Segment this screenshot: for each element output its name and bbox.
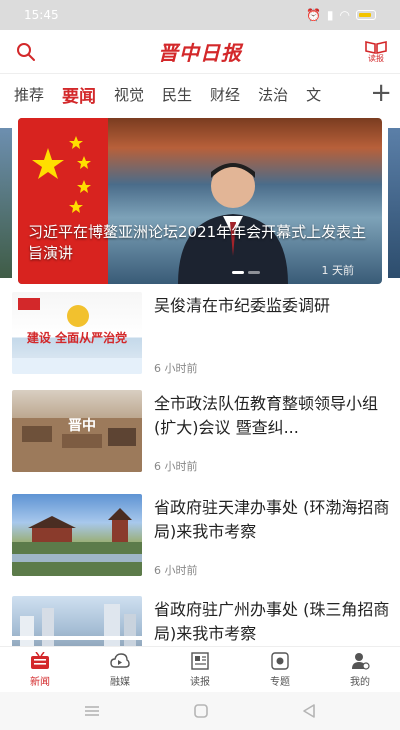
news-item[interactable]: 建设 全面从严治党 吴俊清在市纪委监委调研 6 小时前 xyxy=(12,292,392,378)
app-logo: 晋中日报 xyxy=(158,41,242,65)
nav-label: 融媒 xyxy=(110,676,130,688)
news-item[interactable]: 晋中 全市政法队伍教育整顿领导小组 (扩大)会议 暨查纠... 6 小时前 xyxy=(12,390,392,476)
tab-recommend[interactable]: 推荐 xyxy=(14,84,44,105)
tab-headlines[interactable]: 要闻 xyxy=(62,82,96,107)
nav-profile[interactable]: 我的 xyxy=(320,647,400,692)
tab-culture[interactable]: 文 xyxy=(306,84,321,105)
nav-label: 读报 xyxy=(190,676,210,688)
banner-time: 1 天前 xyxy=(321,264,355,277)
featured-banner[interactable]: 习近平在博鳌亚洲论坛2021年年会开幕式上发表主旨演讲 1 天前 xyxy=(18,118,382,284)
tv-icon xyxy=(31,651,49,669)
news-title: 省政府驻广州办事处 (珠三角招商局)来我市考察 xyxy=(154,600,390,643)
news-time: 6 小时前 xyxy=(154,362,198,375)
user-icon xyxy=(352,652,370,670)
status-bar: 15:45 ⏰ ▮ ◠ xyxy=(0,0,400,30)
carousel-dot xyxy=(248,271,260,274)
news-thumbnail xyxy=(12,494,142,576)
app-header: 晋中日报 读报 xyxy=(0,30,400,74)
search-button[interactable] xyxy=(16,42,36,62)
plus-icon[interactable]: + xyxy=(370,80,392,106)
home-icon[interactable] xyxy=(193,703,209,719)
tab-finance[interactable]: 财经 xyxy=(210,84,240,105)
system-nav-bar xyxy=(0,692,400,730)
alarm-icon: ⏰ xyxy=(305,8,321,22)
status-icons: ⏰ ▮ ◠ xyxy=(306,8,376,22)
back-icon[interactable] xyxy=(301,703,317,719)
nav-media[interactable]: 融媒 xyxy=(80,647,160,692)
news-time: 6 小时前 xyxy=(154,460,198,473)
carousel-prev-peek[interactable] xyxy=(0,128,12,278)
news-time: 6 小时前 xyxy=(154,564,198,577)
search-icon xyxy=(17,42,35,61)
channel-tabs: 推荐 要闻 视觉 民生 财经 法治 文 + xyxy=(0,74,400,114)
read-paper-button[interactable]: 读报 xyxy=(364,40,388,63)
newspaper-icon xyxy=(191,651,209,670)
carousel-dot xyxy=(232,271,244,274)
bottom-nav: 新闻 融媒 读报 专题 我的 xyxy=(0,646,400,692)
news-thumbnail: 建设 全面从严治党 xyxy=(12,292,142,374)
book-icon xyxy=(365,41,387,54)
tab-visual[interactable]: 视觉 xyxy=(114,84,144,105)
carousel-next-peek[interactable] xyxy=(388,128,400,278)
nav-topics[interactable]: 专题 xyxy=(240,647,320,692)
banner-caption: 习近平在博鳌亚洲论坛2021年年会开幕式上发表主旨演讲 xyxy=(28,223,367,262)
battery-icon xyxy=(356,10,376,20)
tab-law[interactable]: 法治 xyxy=(258,84,288,105)
news-title: 省政府驻天津办事处 (环渤海招商局)来我市考察 xyxy=(154,498,390,541)
thumb-slogan: 建设 全面从严治党 xyxy=(26,330,127,345)
menu-icon[interactable] xyxy=(83,704,101,718)
read-paper-label: 读报 xyxy=(368,54,384,63)
nav-label: 专题 xyxy=(270,676,290,688)
speaker-image xyxy=(178,163,288,284)
nav-read-paper[interactable]: 读报 xyxy=(160,647,240,692)
nav-label: 新闻 xyxy=(30,676,50,688)
wifi-icon: ◠ xyxy=(339,8,350,22)
status-time: 15:45 xyxy=(24,8,59,22)
news-title: 吴俊清在市纪委监委调研 xyxy=(154,296,331,315)
news-item[interactable]: 省政府驻天津办事处 (环渤海招商局)来我市考察 6 小时前 xyxy=(12,494,392,580)
app-screen: 15:45 ⏰ ▮ ◠ 晋中日报 读报 推荐 要闻 视觉 民生 财经 法治 文 … xyxy=(0,0,400,730)
carousel-indicator xyxy=(232,271,260,274)
nav-label: 我的 xyxy=(350,676,370,688)
tab-livelihood[interactable]: 民生 xyxy=(162,84,192,105)
thumb-watermark: 晋中 xyxy=(68,417,96,434)
signal-icon: ▮ xyxy=(326,8,334,22)
news-thumbnail: 晋中 xyxy=(12,390,142,472)
cloud-icon xyxy=(110,652,130,668)
nav-news[interactable]: 新闻 xyxy=(0,647,80,692)
badge-icon xyxy=(271,651,289,670)
news-title: 全市政法队伍教育整顿领导小组 (扩大)会议 暨查纠... xyxy=(154,394,379,437)
